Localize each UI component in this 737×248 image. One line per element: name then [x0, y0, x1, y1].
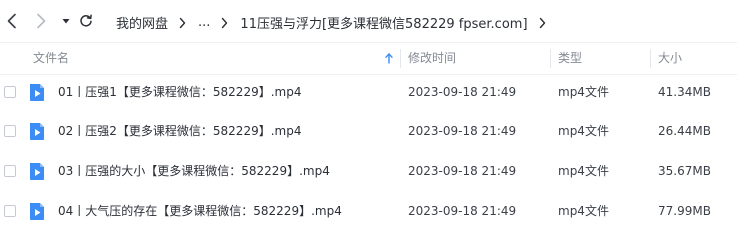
- row-checkbox[interactable]: [4, 125, 16, 137]
- file-list-header: 文件名 修改时间 类型 大小: [0, 42, 737, 75]
- navigation-bar: 我的网盘 ... 11压强与浮力[更多课程微信582229 fpser.com]: [0, 0, 737, 42]
- video-file-icon: [28, 83, 46, 102]
- column-header-modified[interactable]: 修改时间: [408, 43, 456, 74]
- row-checkbox[interactable]: [4, 86, 16, 98]
- breadcrumb: 我的网盘 ... 11压强与浮力[更多课程微信582229 fpser.com]: [116, 13, 558, 32]
- chevron-right-icon: [37, 13, 46, 29]
- file-modified: 2023-09-18 21:49: [408, 85, 517, 99]
- refresh-icon: [80, 14, 92, 27]
- back-button[interactable]: [2, 11, 22, 31]
- video-file-icon: [28, 162, 46, 181]
- column-divider[interactable]: [550, 49, 551, 68]
- file-size: 41.34MB: [658, 85, 711, 99]
- file-size: 26.44MB: [658, 124, 711, 138]
- breadcrumb-ellipsis[interactable]: ...: [198, 15, 210, 30]
- file-row[interactable]: 02丨压强2【更多课程微信：582229】.mp4 2023-09-18 21:…: [0, 112, 737, 151]
- video-file-icon: [28, 122, 46, 141]
- file-size: 35.67MB: [658, 164, 711, 178]
- file-name[interactable]: 01丨压强1【更多课程微信：582229】.mp4: [58, 73, 301, 112]
- file-size: 77.99MB: [658, 204, 711, 218]
- column-divider[interactable]: [650, 49, 651, 68]
- file-row[interactable]: 04丨大气压的存在【更多课程微信：582229】.mp4 2023-09-18 …: [0, 192, 737, 231]
- file-modified: 2023-09-18 21:49: [408, 204, 517, 218]
- column-header-type[interactable]: 类型: [558, 43, 582, 74]
- column-divider[interactable]: [400, 49, 401, 68]
- chevron-right-icon: [179, 17, 186, 29]
- file-modified: 2023-09-18 21:49: [408, 164, 517, 178]
- file-row[interactable]: 01丨压强1【更多课程微信：582229】.mp4 2023-09-18 21:…: [0, 73, 737, 112]
- refresh-button[interactable]: [76, 11, 96, 31]
- file-row[interactable]: 03丨压强的大小【更多课程微信：582229】.mp4 2023-09-18 2…: [0, 152, 737, 191]
- file-name[interactable]: 03丨压强的大小【更多课程微信：582229】.mp4: [58, 152, 330, 191]
- chevron-right-icon: [221, 17, 228, 29]
- video-file-icon: [28, 202, 46, 221]
- file-name[interactable]: 02丨压强2【更多课程微信：582229】.mp4: [58, 112, 301, 151]
- file-modified: 2023-09-18 21:49: [408, 124, 517, 138]
- file-type: mp4文件: [558, 204, 609, 218]
- column-header-size[interactable]: 大小: [658, 43, 682, 74]
- file-type: mp4文件: [558, 124, 609, 138]
- file-type: mp4文件: [558, 85, 609, 99]
- sort-ascending-icon[interactable]: [385, 53, 393, 64]
- column-header-name[interactable]: 文件名: [33, 43, 69, 74]
- row-checkbox[interactable]: [4, 165, 16, 177]
- caret-down-icon: [62, 19, 70, 24]
- forward-button[interactable]: [31, 11, 51, 31]
- breadcrumb-current[interactable]: 11压强与浮力[更多课程微信582229 fpser.com]: [240, 13, 527, 32]
- row-checkbox[interactable]: [4, 205, 16, 217]
- file-name[interactable]: 04丨大气压的存在【更多课程微信：582229】.mp4: [58, 192, 342, 231]
- breadcrumb-root[interactable]: 我的网盘: [116, 13, 168, 32]
- file-type: mp4文件: [558, 164, 609, 178]
- history-dropdown-button[interactable]: [56, 11, 76, 31]
- chevron-right-icon: [539, 17, 546, 29]
- chevron-left-icon: [7, 13, 16, 29]
